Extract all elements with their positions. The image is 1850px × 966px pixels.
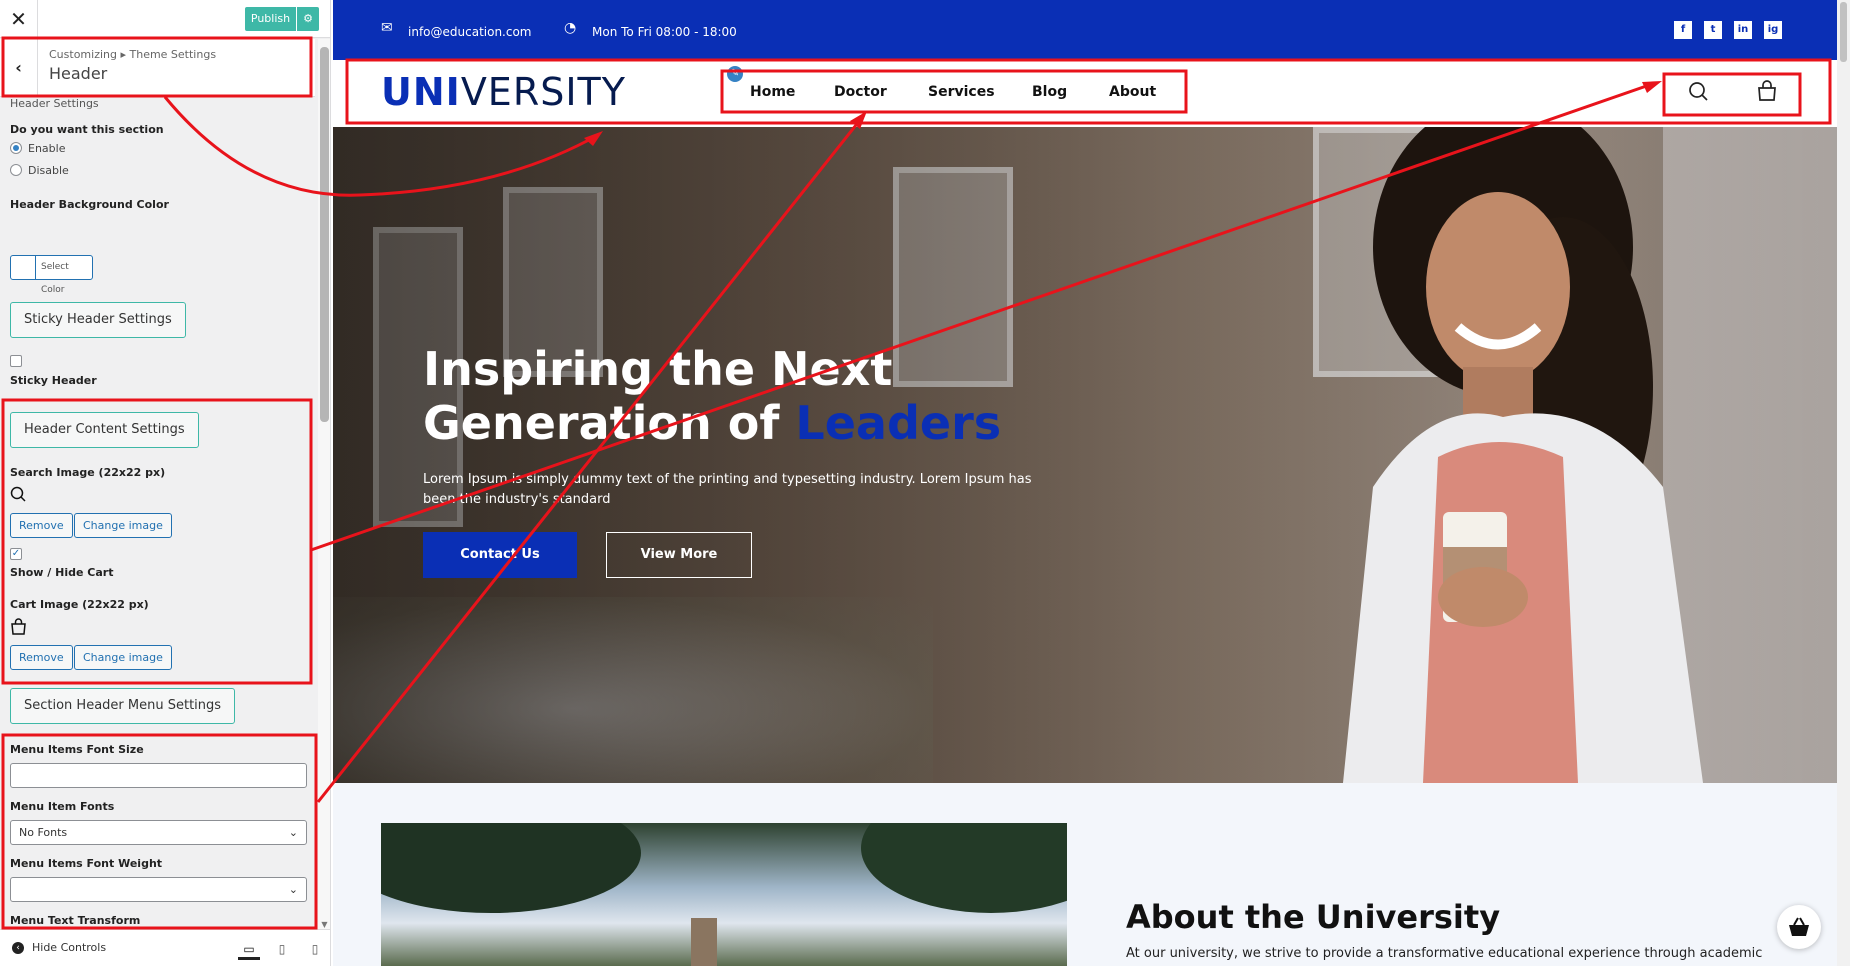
hero-description: Lorem Ipsum is simply dummy text of the … (423, 472, 1032, 507)
envelope-icon: ✉ (381, 20, 393, 36)
scroll-down-arrow-icon[interactable]: ▼ (320, 920, 329, 929)
site-preview: ✉ info@education.com ◔ Mon To Fri 08:00 … (333, 0, 1837, 966)
nav-about[interactable]: About (1109, 84, 1156, 100)
back-chevron-icon[interactable]: ‹ (0, 39, 38, 97)
disable-label: Disable (28, 164, 69, 177)
panel-header: ‹ Customizing ▸ Theme Settings Header (0, 39, 315, 97)
contact-us-button[interactable]: Contact Us (423, 532, 577, 578)
about-image (381, 823, 1067, 966)
nav-blog[interactable]: Blog (1032, 84, 1067, 100)
panel-title: Header (49, 64, 108, 83)
cart-icon[interactable] (1754, 78, 1780, 104)
site-topbar: ✉ info@education.com ◔ Mon To Fri 08:00 … (333, 0, 1837, 60)
mobile-preview-icon[interactable]: ▯ (304, 938, 326, 960)
remove-cart-image-button[interactable]: Remove (10, 645, 73, 670)
sticky-header-checkbox[interactable] (10, 355, 22, 367)
desktop-preview-icon[interactable]: ▭ (238, 938, 260, 960)
menu-font-weight-select[interactable]: ⌄ (10, 877, 307, 902)
menu-font-weight-label: Menu Items Font Weight (10, 857, 163, 870)
nav-services[interactable]: Services (928, 84, 995, 100)
view-more-button[interactable]: View More (606, 532, 752, 578)
floating-cart-button[interactable] (1777, 905, 1821, 949)
logo-rest: VERSITY (460, 70, 626, 114)
topbar-hours: Mon To Fri 08:00 - 18:00 (592, 25, 737, 39)
preview-scrollbar[interactable] (1837, 0, 1850, 966)
publish-button[interactable]: Publish (245, 7, 296, 31)
chevron-down-icon: ⌄ (288, 826, 298, 839)
menu-font-size-label: Menu Items Font Size (10, 743, 144, 756)
twitter-icon[interactable]: t (1704, 21, 1722, 39)
sticky-header-settings-button[interactable]: Sticky Header Settings (10, 302, 186, 338)
select-color-label: Select Color (41, 262, 69, 295)
about-section: About the University At our university, … (333, 783, 1837, 966)
header-content-settings-button[interactable]: Header Content Settings (10, 412, 199, 448)
section-header-menu-settings-button[interactable]: Section Header Menu Settings (10, 688, 236, 724)
sticky-header-label: Sticky Header (10, 374, 97, 387)
show-cart-checkbox[interactable]: ✓ (10, 548, 22, 560)
nav-doctor[interactable]: Doctor (834, 84, 887, 100)
enable-label: Enable (28, 142, 66, 155)
site-header: UNIVERSITY ✎ Home Doctor Services Blog A… (333, 60, 1837, 127)
hero-title-line1: Inspiring the Next (423, 342, 893, 396)
section-question-label: Do you want this section (10, 123, 164, 136)
menu-text-transform-label: Menu Text Transform (10, 914, 141, 927)
search-icon[interactable] (1685, 78, 1711, 104)
header-settings-heading: Header Settings (10, 97, 99, 110)
site-logo[interactable]: UNIVERSITY (381, 70, 626, 114)
change-cart-image-button[interactable]: Change image (74, 645, 172, 670)
customizer-topbar: ✕ Publish ⚙ (0, 0, 330, 38)
menu-fonts-label: Menu Item Fonts (10, 800, 115, 813)
hide-controls-icon[interactable]: ‹ (12, 942, 24, 954)
breadcrumb: Customizing ▸ Theme Settings (49, 48, 217, 61)
sidebar-scrollbar[interactable]: ▼ (318, 39, 330, 929)
about-title: About the University (1126, 898, 1501, 936)
change-search-image-button[interactable]: Change image (74, 513, 172, 538)
sidebar-scroll-thumb[interactable] (320, 47, 329, 422)
basket-icon (1789, 917, 1809, 936)
linkedin-icon[interactable]: in (1734, 21, 1752, 39)
hero-title-text: Generation of (423, 396, 780, 450)
customizer-footer: ‹ Hide Controls ▭ ▯ ▯ (0, 929, 330, 966)
facebook-icon[interactable]: f (1674, 21, 1692, 39)
show-hide-cart-label: Show / Hide Cart (10, 566, 114, 579)
cart-image-label: Cart Image (22x22 px) (10, 598, 149, 611)
tower-silhouette (691, 918, 717, 966)
customizer-sidebar: ✕ Publish ⚙ ‹ Customizing ▸ Theme Settin… (0, 0, 331, 966)
search-image-label: Search Image (22x22 px) (10, 466, 166, 479)
color-swatch (11, 256, 36, 279)
topbar-email[interactable]: info@education.com (408, 25, 532, 39)
tree-foliage (381, 823, 641, 913)
search-icon (10, 486, 26, 502)
instagram-icon[interactable]: ig (1764, 21, 1782, 39)
enable-radio[interactable] (10, 142, 22, 154)
hero-title-line2: Generation of Leaders (423, 396, 1001, 450)
bg-color-label: Header Background Color (10, 198, 169, 211)
color-picker-button[interactable]: Select Color (10, 255, 93, 295)
tablet-preview-icon[interactable]: ▯ (271, 938, 293, 960)
hide-controls-label[interactable]: Hide Controls (32, 941, 106, 954)
about-text: At our university, we strive to provide … (1126, 946, 1763, 961)
edit-shortcut-icon[interactable]: ✎ (725, 64, 745, 84)
tree-foliage (861, 823, 1067, 913)
gear-icon[interactable]: ⚙ (297, 7, 319, 31)
hero-title: Inspiring the Next Generation of Leaders (423, 342, 1001, 450)
clock-icon: ◔ (564, 20, 577, 36)
close-icon[interactable]: ✕ (0, 0, 38, 38)
logo-bold: UNI (381, 70, 461, 114)
menu-fonts-select[interactable]: No Fonts ⌄ (10, 820, 307, 845)
menu-fonts-value: No Fonts (19, 826, 68, 839)
hero-title-accent: Leaders (795, 396, 1002, 450)
disable-radio[interactable] (10, 164, 22, 176)
chevron-down-icon: ⌄ (288, 883, 298, 896)
preview-scroll-thumb[interactable] (1840, 2, 1847, 62)
cart-icon (11, 618, 26, 635)
nav-home[interactable]: Home (750, 84, 795, 100)
hero-section: Inspiring the Next Generation of Leaders… (333, 127, 1837, 783)
remove-search-image-button[interactable]: Remove (10, 513, 73, 538)
menu-font-size-input[interactable] (10, 763, 307, 788)
hero-person-image (1343, 127, 1703, 783)
